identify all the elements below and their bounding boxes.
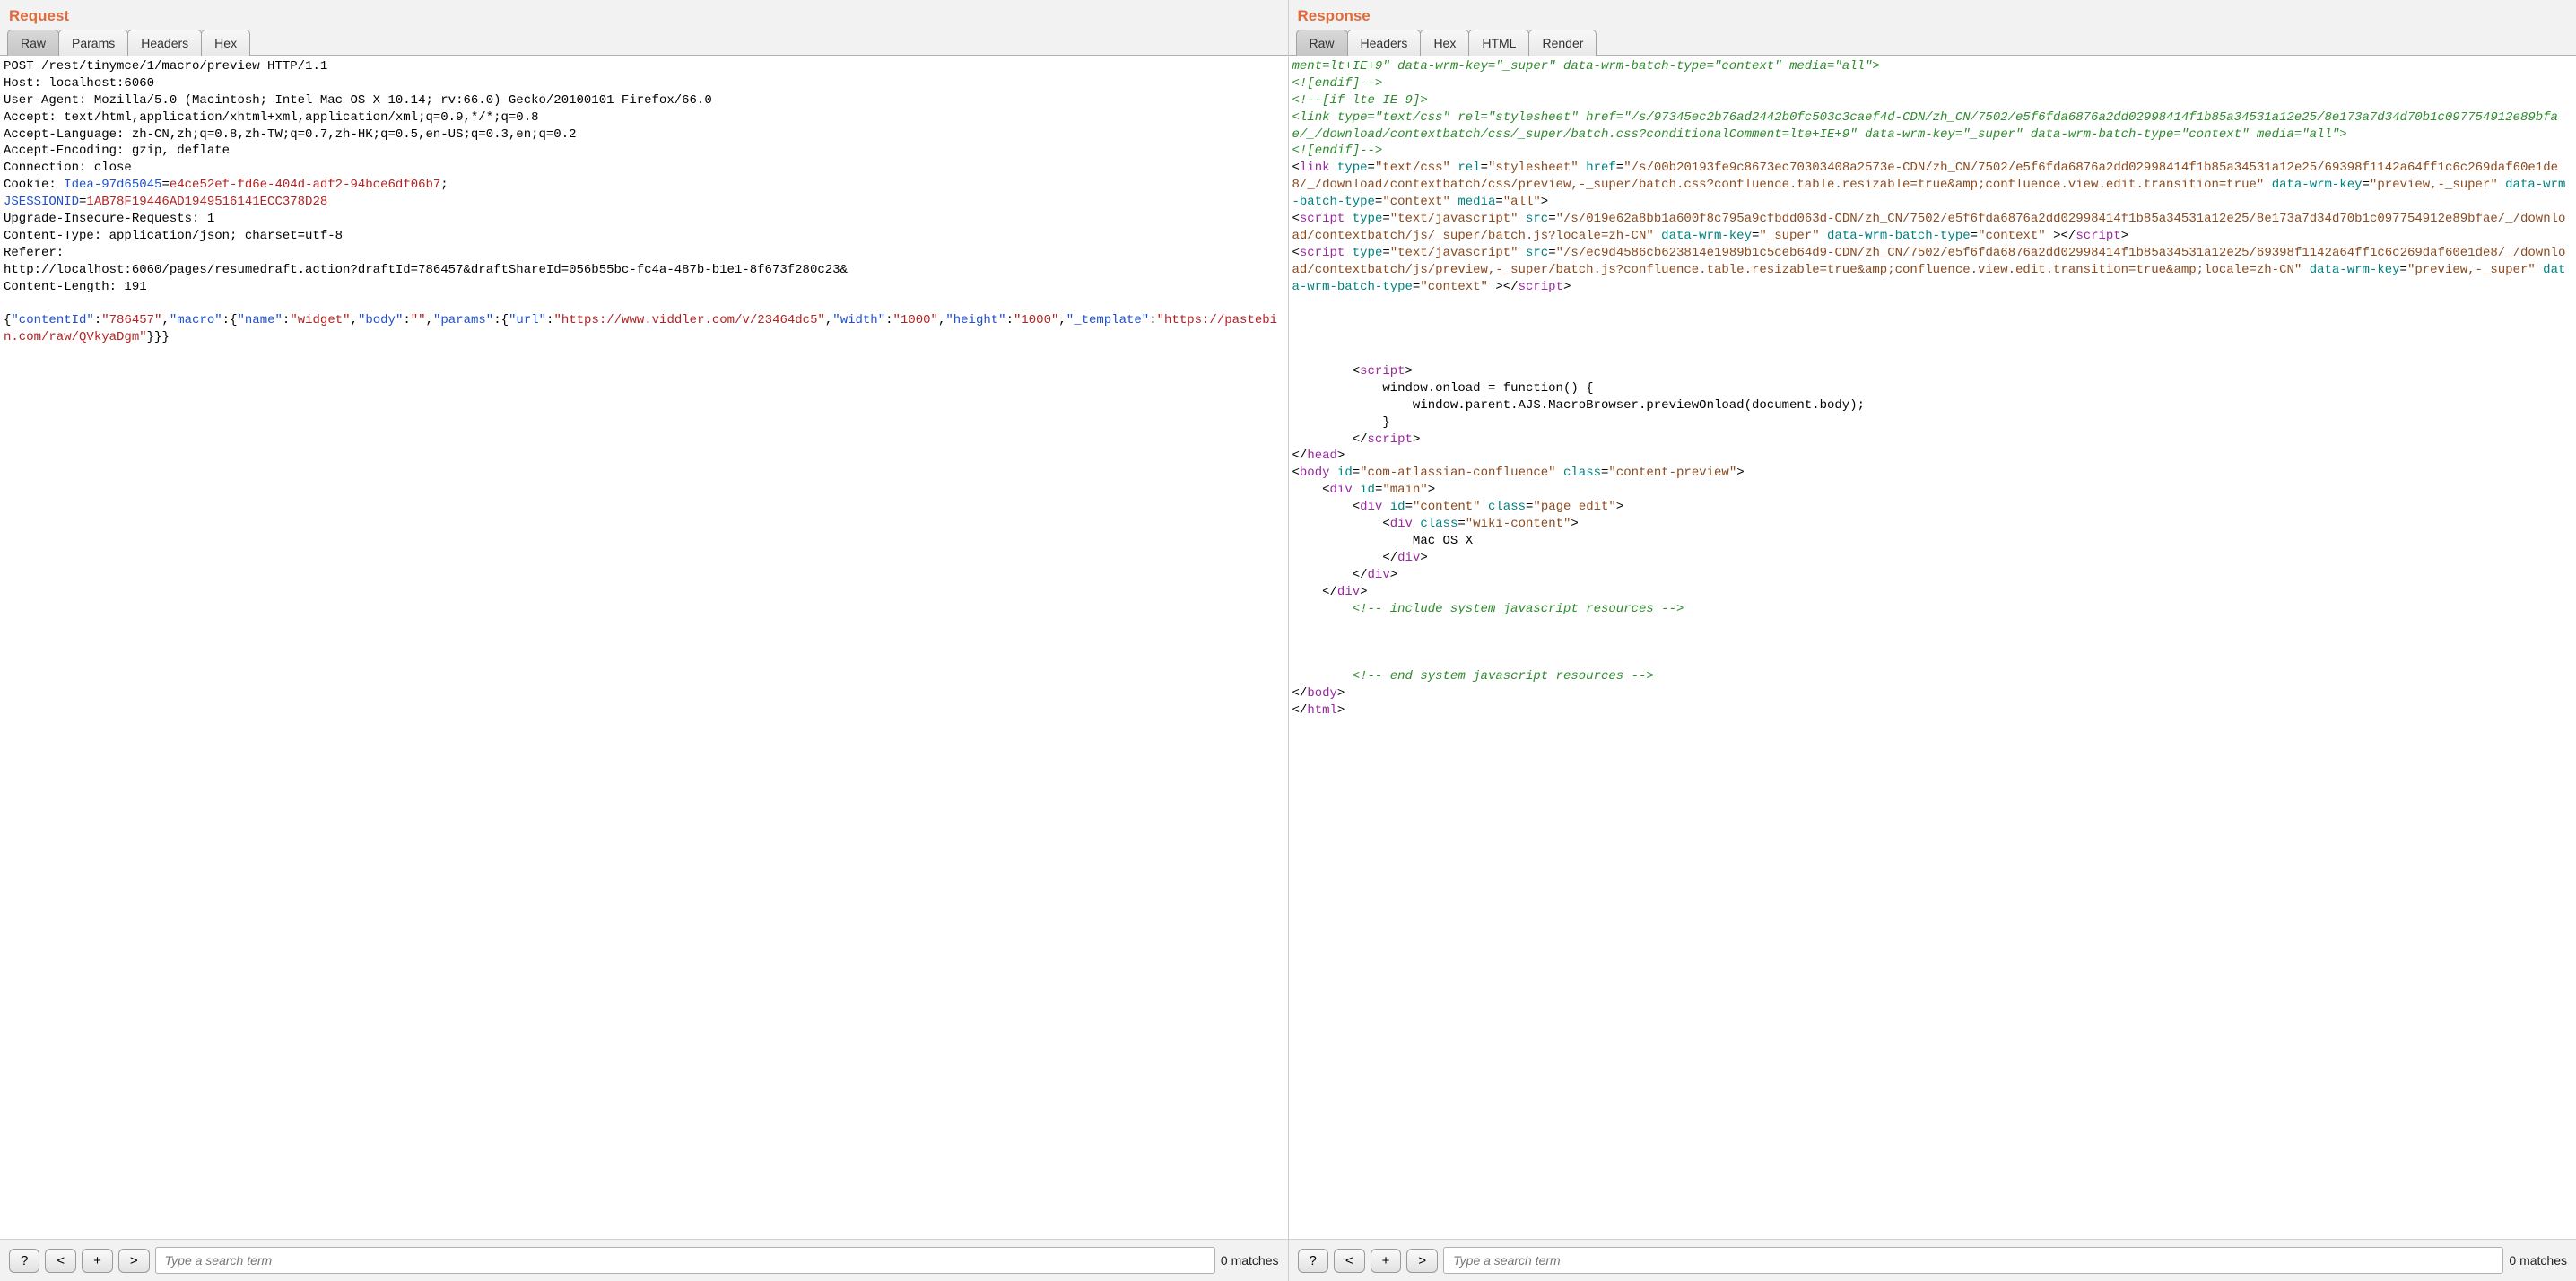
add-button[interactable]: + <box>82 1249 113 1273</box>
request-footer: ? < + > 0 matches <box>0 1239 1288 1281</box>
code-line: </html> <box>1292 702 2573 719</box>
code-line <box>4 295 1284 312</box>
code-line: <!-- include system javascript resources… <box>1292 601 2573 618</box>
response-title: Response <box>1289 0 2576 29</box>
code-line: Host: localhost:6060 <box>4 75 1284 92</box>
code-line: <link type="text/css" rel="stylesheet" h… <box>1292 160 2573 211</box>
code-line: Upgrade-Insecure-Requests: 1 <box>4 211 1284 228</box>
request-title: Request <box>0 0 1288 29</box>
code-line <box>1292 346 2573 363</box>
tab-raw[interactable]: Raw <box>1296 30 1348 56</box>
response-tabs: RawHeadersHexHTMLRender <box>1289 29 2576 56</box>
next-match-button[interactable]: > <box>1406 1249 1438 1273</box>
code-line: </div> <box>1292 550 2573 567</box>
prev-match-button[interactable]: < <box>45 1249 76 1273</box>
help-button[interactable]: ? <box>9 1249 39 1273</box>
next-match-button[interactable]: > <box>118 1249 150 1273</box>
help-button[interactable]: ? <box>1298 1249 1328 1273</box>
request-code-area: POST /rest/tinymce/1/macro/preview HTTP/… <box>0 56 1288 1239</box>
code-line: <script> <box>1292 363 2573 380</box>
code-line: <div id="content" class="page edit"> <box>1292 499 2573 516</box>
code-line: window.onload = function() { <box>1292 380 2573 397</box>
tab-hex[interactable]: Hex <box>1420 30 1469 56</box>
code-line: </script> <box>1292 431 2573 449</box>
code-line: <!-- end system javascript resources --> <box>1292 668 2573 685</box>
code-line: </div> <box>1292 567 2573 584</box>
code-line <box>1292 312 2573 329</box>
code-line: {"contentId":"786457","macro":{"name":"w… <box>4 312 1284 346</box>
response-match-count: 0 matches <box>2509 1253 2567 1268</box>
code-line: } <box>1292 414 2573 431</box>
code-line: <div id="main"> <box>1292 482 2573 499</box>
response-search-input[interactable] <box>1443 1247 2503 1274</box>
tab-params[interactable]: Params <box>58 30 128 56</box>
code-line <box>1292 634 2573 651</box>
code-line: <!--[if lte IE 9]> <box>1292 92 2573 109</box>
code-line: Content-Length: 191 <box>4 279 1284 296</box>
code-line: Content-Type: application/json; charset=… <box>4 228 1284 245</box>
code-line: </body> <box>1292 685 2573 702</box>
response-footer: ? < + > 0 matches <box>1289 1239 2576 1281</box>
response-code-area: ment=lt+IE+9" data-wrm-key="_super" data… <box>1289 56 2576 1239</box>
code-line: Accept: text/html,application/xhtml+xml,… <box>4 109 1284 126</box>
code-line: <script type="text/javascript" src="/s/0… <box>1292 211 2573 245</box>
split-view: Request RawParamsHeadersHex POST /rest/t… <box>0 0 2576 1281</box>
tab-html[interactable]: HTML <box>1468 30 1529 56</box>
response-raw-viewer[interactable]: ment=lt+IE+9" data-wrm-key="_super" data… <box>1289 57 2576 1239</box>
code-line <box>1292 651 2573 668</box>
code-line: ment=lt+IE+9" data-wrm-key="_super" data… <box>1292 58 2573 75</box>
code-line: http://localhost:6060/pages/resumedraft.… <box>4 262 1284 279</box>
code-line: <![endif]--> <box>1292 75 2573 92</box>
code-line: JSESSIONID=1AB78F19446AD1949516141ECC378… <box>4 194 1284 211</box>
code-line: Accept-Encoding: gzip, deflate <box>4 143 1284 160</box>
tab-headers[interactable]: Headers <box>1347 30 1422 56</box>
tab-hex[interactable]: Hex <box>201 30 250 56</box>
request-tabs: RawParamsHeadersHex <box>0 29 1288 56</box>
code-line: <div class="wiki-content"> <box>1292 516 2573 533</box>
response-panel: Response RawHeadersHexHTMLRender ment=lt… <box>1289 0 2576 1281</box>
request-raw-editor[interactable]: POST /rest/tinymce/1/macro/preview HTTP/… <box>0 57 1288 1239</box>
code-line <box>1292 295 2573 312</box>
code-line: window.parent.AJS.MacroBrowser.previewOn… <box>1292 397 2573 414</box>
code-line <box>1292 617 2573 634</box>
request-panel: Request RawParamsHeadersHex POST /rest/t… <box>0 0 1289 1281</box>
code-line: Mac OS X <box>1292 533 2573 550</box>
tab-render[interactable]: Render <box>1528 30 1597 56</box>
code-line: <script type="text/javascript" src="/s/e… <box>1292 245 2573 296</box>
request-match-count: 0 matches <box>1221 1253 1279 1268</box>
code-line: <body id="com-atlassian-confluence" clas… <box>1292 465 2573 482</box>
code-line: </div> <box>1292 584 2573 601</box>
request-search-input[interactable] <box>155 1247 1215 1274</box>
add-button[interactable]: + <box>1371 1249 1402 1273</box>
code-line: Connection: close <box>4 160 1284 177</box>
prev-match-button[interactable]: < <box>1334 1249 1365 1273</box>
code-line <box>1292 329 2573 346</box>
code-line: Accept-Language: zh-CN,zh;q=0.8,zh-TW;q=… <box>4 126 1284 144</box>
code-line: </head> <box>1292 448 2573 465</box>
code-line: Referer: <box>4 245 1284 262</box>
code-line: <![endif]--> <box>1292 143 2573 160</box>
code-line: <link type="text/css" rel="stylesheet" h… <box>1292 109 2573 144</box>
tab-raw[interactable]: Raw <box>7 30 59 56</box>
code-line: Cookie: Idea-97d65045=e4ce52ef-fd6e-404d… <box>4 177 1284 194</box>
code-line: POST /rest/tinymce/1/macro/preview HTTP/… <box>4 58 1284 75</box>
tab-headers[interactable]: Headers <box>127 30 202 56</box>
code-line: User-Agent: Mozilla/5.0 (Macintosh; Inte… <box>4 92 1284 109</box>
